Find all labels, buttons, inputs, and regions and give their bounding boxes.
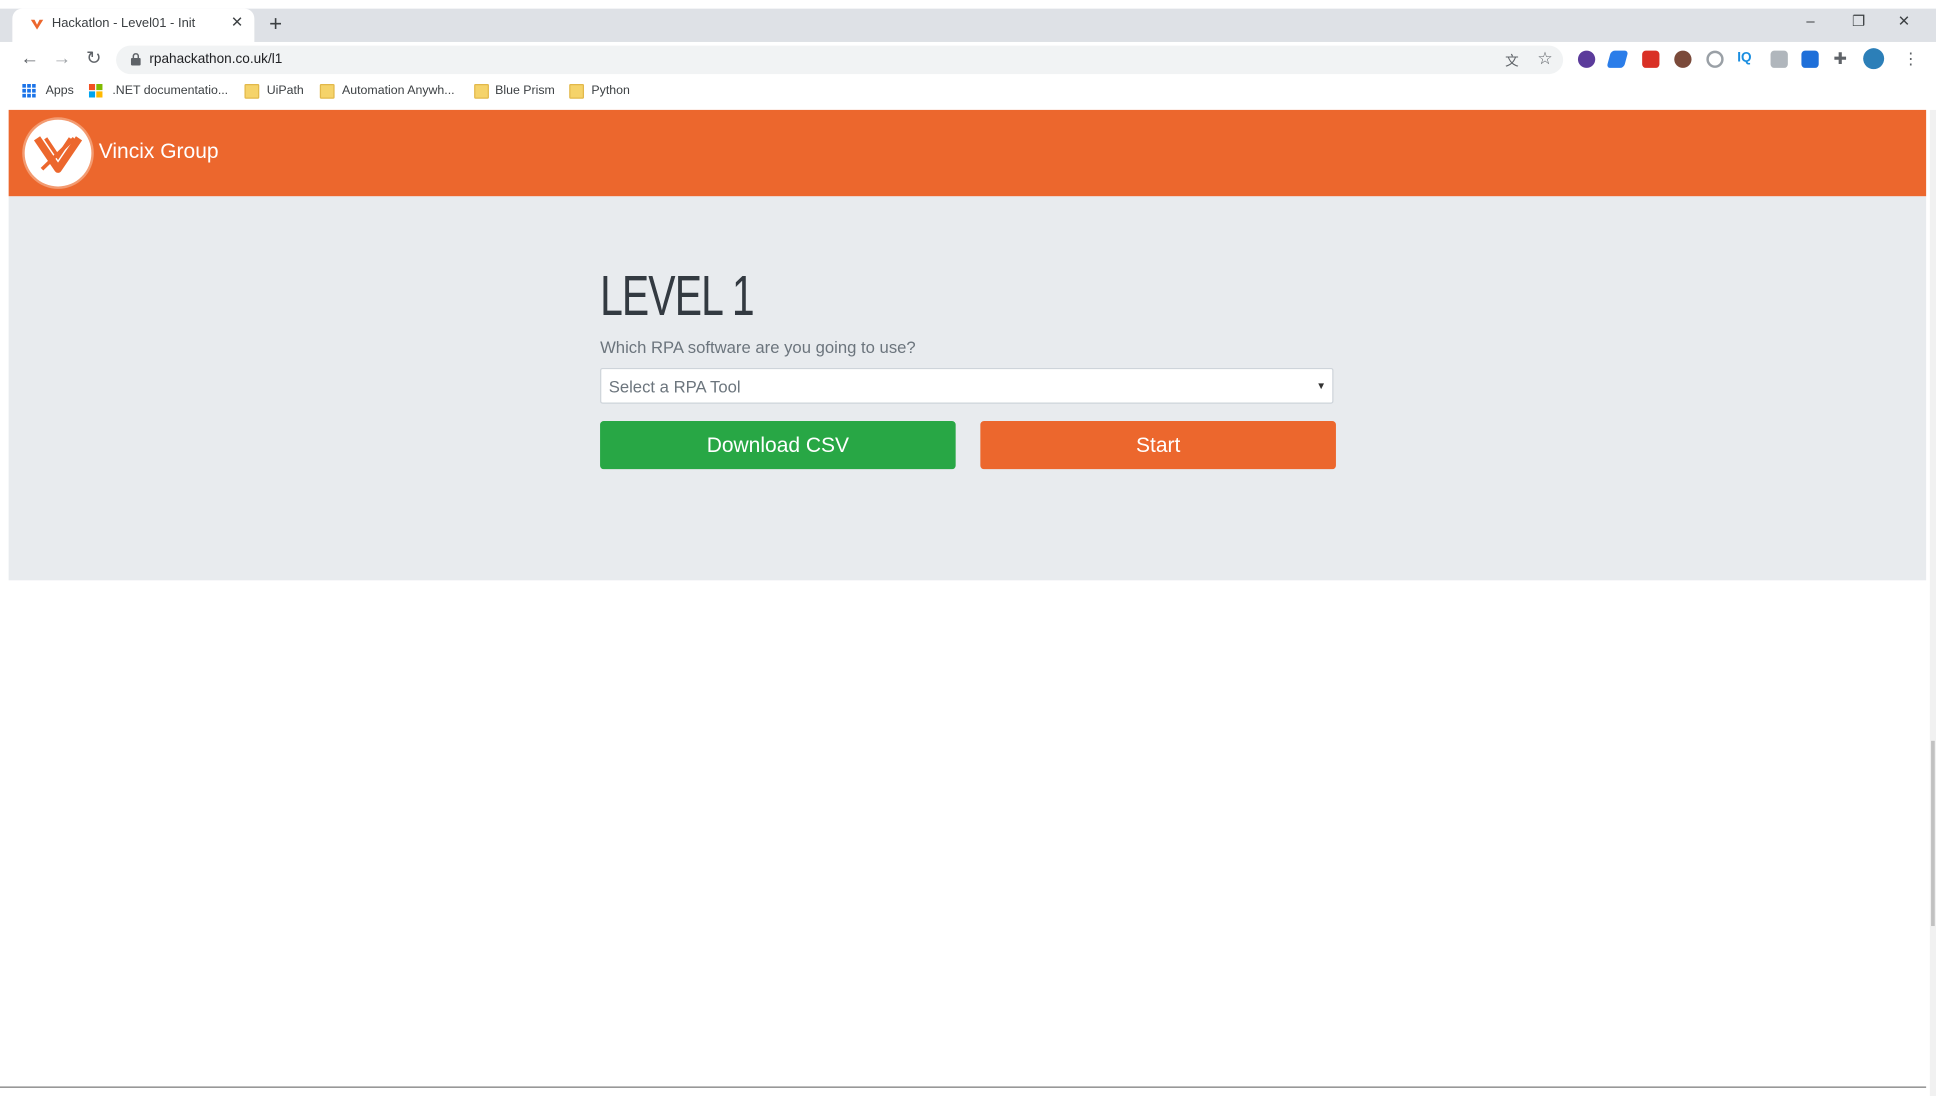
back-icon[interactable]: ← [20,49,40,69]
tab-title: Hackatlon - Level01 - Init [51,16,196,31]
page-title: LEVEL 1 [600,262,755,328]
new-tab-icon[interactable]: + [269,11,282,36]
minimize-icon[interactable]: – [1806,12,1814,29]
profile-avatar[interactable] [1863,48,1885,70]
download-csv-button[interactable]: Download CSV [600,421,956,470]
reload-icon[interactable]: ↻ [84,49,104,69]
extension-brown-icon[interactable] [1674,50,1692,68]
vincix-logo[interactable] [24,119,92,187]
window-close-icon[interactable]: ✕ [1898,12,1910,29]
vincix-logo-icon [33,136,83,173]
extension-iq-icon[interactable]: IQ [1737,51,1751,66]
forward-icon[interactable]: → [52,49,72,69]
start-button[interactable]: Start [980,421,1336,470]
address-bar[interactable] [116,45,1564,75]
rpa-tool-select-placeholder: Select a RPA Tool [608,377,741,397]
close-tab-icon[interactable]: ✕ [231,14,243,31]
folder-icon [474,83,489,99]
browser-menu-icon[interactable]: ⋮ [1903,49,1919,69]
folder-icon [319,83,335,99]
extension-compass-icon[interactable] [1706,50,1724,68]
folder-icon [569,83,585,99]
extensions-puzzle-icon[interactable]: ✚ [1834,49,1847,69]
bookmark-blue-prism[interactable]: Blue Prism [495,84,555,98]
microsoft-logo-icon [88,83,103,98]
extension-purple-icon[interactable] [1577,50,1596,68]
translate-icon[interactable]: 文 [1505,51,1519,71]
scrollbar-thumb[interactable] [1931,740,1935,927]
bookmark-uipath[interactable]: UiPath [267,84,304,98]
rpa-question-label: Which RPA software are you going to use? [600,338,916,357]
bookmark-net-docs[interactable]: .NET documentatio... [112,84,228,98]
lock-icon[interactable] [130,53,141,66]
folder-icon [244,83,260,99]
screenshot: Hackatlon - Level01 - Init ✕ + – ❐ ✕ ← →… [0,0,1936,1096]
bookmark-star-icon[interactable]: ☆ [1537,48,1553,69]
apps-grid-icon[interactable] [22,83,36,98]
bookmark-automation-anywhere[interactable]: Automation Anywh... [342,84,455,98]
window-top-border [0,0,1936,9]
chevron-down-icon[interactable]: ▼ [1316,380,1326,391]
restore-icon[interactable]: ❐ [1852,12,1865,29]
vincix-favicon-icon [30,19,44,30]
extension-uipath-icon[interactable] [1801,50,1819,68]
extension-grey-icon[interactable] [1770,50,1788,68]
bookmark-apps[interactable]: Apps [46,84,74,98]
url-text: rpahackathon.co.uk/l1 [149,51,283,67]
window-bottom-border [0,1086,1927,1088]
page-scrollbar[interactable] [1929,109,1936,1096]
bookmark-python[interactable]: Python [591,84,629,98]
brand-name[interactable]: Vincix Group [99,140,219,165]
site-header [8,109,1927,197]
extension-red-badge-icon[interactable] [1642,50,1660,68]
